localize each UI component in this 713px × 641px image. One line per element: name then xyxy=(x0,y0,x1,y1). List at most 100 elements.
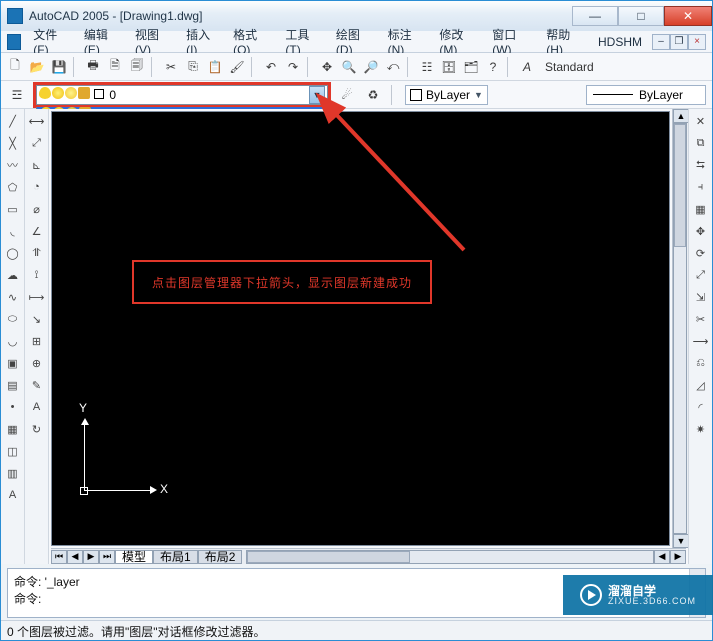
dim-aligned-tool[interactable]: ⤢ xyxy=(27,133,47,153)
plot-preview-button[interactable]: 🗎 xyxy=(105,57,125,77)
toolpalettes-button[interactable]: 🗂 xyxy=(461,57,481,77)
menu-hdshm[interactable]: HDSHM xyxy=(592,33,648,51)
dim-linear-tool[interactable]: ⟷ xyxy=(27,111,47,131)
make-block-tool[interactable]: ▤ xyxy=(3,375,23,395)
zoom-previous-button[interactable]: ⤺ xyxy=(383,57,403,77)
designcenter-button[interactable]: 🗄 xyxy=(439,57,459,77)
dim-tedit-tool[interactable]: A xyxy=(27,397,47,417)
tab-layout2[interactable]: 布局2 xyxy=(198,550,243,564)
hatch-tool[interactable]: ▦ xyxy=(3,419,23,439)
properties-button[interactable]: ☷ xyxy=(417,57,437,77)
trim-tool[interactable]: ✂ xyxy=(691,309,711,329)
tab-first-button[interactable]: ⏮ xyxy=(51,550,67,564)
doc-restore-button[interactable]: ❐ xyxy=(670,34,688,50)
stretch-tool[interactable]: ⇲ xyxy=(691,287,711,307)
copy-obj-tool[interactable]: ⧉ xyxy=(691,133,711,153)
table-tool[interactable]: ▥ xyxy=(3,463,23,483)
dim-quick-tool[interactable]: ⥣ xyxy=(27,243,47,263)
paste-button[interactable]: 📋 xyxy=(205,57,225,77)
line-tool[interactable]: ╱ xyxy=(3,111,23,131)
publish-button[interactable]: 🗐 xyxy=(127,57,147,77)
layer-states-button[interactable]: ♻ xyxy=(363,85,383,105)
dim-tolerance-tool[interactable]: ⊞ xyxy=(27,331,47,351)
dim-radius-tool[interactable]: ◔ xyxy=(27,177,47,197)
pan-button[interactable]: ✥ xyxy=(317,57,337,77)
erase-tool[interactable]: ✕ xyxy=(691,111,711,131)
dim-edit-tool[interactable]: ✎ xyxy=(27,375,47,395)
match-props-button[interactable]: 🖌 xyxy=(227,57,247,77)
tab-last-button[interactable]: ⏭ xyxy=(99,550,115,564)
zoom-window-button[interactable]: 🔎 xyxy=(361,57,381,77)
help-button[interactable]: ? xyxy=(483,57,503,77)
xline-tool[interactable]: ╳ xyxy=(3,133,23,153)
autocad-window: AutoCAD 2005 - [Drawing1.dwg] — □ ✕ 文件(F… xyxy=(0,0,713,641)
print-button[interactable]: 🖶 xyxy=(83,57,103,77)
layer-dropdown-button[interactable]: ▼ xyxy=(309,86,325,104)
zoom-realtime-button[interactable]: 🔍 xyxy=(339,57,359,77)
doc-minimize-button[interactable]: – xyxy=(652,34,670,50)
dim-baseline-tool[interactable]: ⟟ xyxy=(27,265,47,285)
tab-model[interactable]: 模型 xyxy=(115,550,153,564)
window-controls: — □ ✕ xyxy=(572,6,712,26)
revcloud-tool[interactable]: ☁ xyxy=(3,265,23,285)
new-file-button[interactable]: 🗋 xyxy=(5,57,25,77)
dim-diameter-tool[interactable]: ⌀ xyxy=(27,199,47,219)
horizontal-scrollbar[interactable] xyxy=(246,550,654,564)
rectangle-tool[interactable]: ▭ xyxy=(3,199,23,219)
copy-button[interactable]: ⎘ xyxy=(183,57,203,77)
mirror-tool[interactable]: ⮀ xyxy=(691,155,711,175)
array-tool[interactable]: ▦ xyxy=(691,199,711,219)
dim-center-tool[interactable]: ⊕ xyxy=(27,353,47,373)
dim-ordinate-tool[interactable]: ⊾ xyxy=(27,155,47,175)
break-tool[interactable]: ⎌ xyxy=(691,353,711,373)
doc-close-button[interactable]: × xyxy=(688,34,706,50)
save-button[interactable]: 💾 xyxy=(49,57,69,77)
tab-next-button[interactable]: ▶ xyxy=(83,550,99,564)
maximize-button[interactable]: □ xyxy=(618,6,664,26)
menu-app-icon[interactable] xyxy=(7,34,21,50)
dim-leader-tool[interactable]: ↘ xyxy=(27,309,47,329)
layer-combo[interactable]: 0 ▼ xyxy=(36,85,328,105)
chamfer-tool[interactable]: ◿ xyxy=(691,375,711,395)
mtext-tool[interactable]: A xyxy=(3,485,23,505)
ellipsearc-tool[interactable]: ◡ xyxy=(3,331,23,351)
explode-tool[interactable]: ✷ xyxy=(691,419,711,439)
undo-button[interactable]: ↶ xyxy=(261,57,281,77)
tab-prev-button[interactable]: ◀ xyxy=(67,550,83,564)
drawing-canvas[interactable]: 点击图层管理器下拉箭头，显示图层新建成功 Y X xyxy=(51,111,670,546)
insert-block-tool[interactable]: ▣ xyxy=(3,353,23,373)
spline-tool[interactable]: ∿ xyxy=(3,287,23,307)
layer-state-icons xyxy=(39,87,105,102)
tab-layout1[interactable]: 布局1 xyxy=(153,550,198,564)
scale-tool[interactable]: ⤢ xyxy=(691,265,711,285)
redo-button[interactable]: ↷ xyxy=(283,57,303,77)
color-control[interactable]: ByLayer ▼ xyxy=(405,85,488,105)
pline-tool[interactable]: 〰 xyxy=(3,155,23,175)
rotate-tool[interactable]: ⟳ xyxy=(691,243,711,263)
dim-update-tool[interactable]: ↻ xyxy=(27,419,47,439)
open-file-button[interactable]: 📂 xyxy=(27,57,47,77)
polygon-tool[interactable]: ⬠ xyxy=(3,177,23,197)
dim-continue-tool[interactable]: ⟼ xyxy=(27,287,47,307)
textstyle-button[interactable]: A xyxy=(517,57,537,77)
point-tool[interactable]: • xyxy=(3,397,23,417)
move-tool[interactable]: ✥ xyxy=(691,221,711,241)
layer-previous-button[interactable]: ☄ xyxy=(337,85,357,105)
cut-button[interactable]: ✂ xyxy=(161,57,181,77)
layer-manager-button[interactable]: ☲ xyxy=(7,85,27,105)
minimize-button[interactable]: — xyxy=(572,6,618,26)
hscroll-right-button[interactable]: ▶ xyxy=(670,550,686,564)
extend-tool[interactable]: ⟶ xyxy=(691,331,711,351)
fillet-tool[interactable]: ◜ xyxy=(691,397,711,417)
arc-tool[interactable]: ◟ xyxy=(3,221,23,241)
linetype-control[interactable]: ByLayer xyxy=(586,85,706,105)
vertical-scrollbar[interactable]: ▲ ▼ xyxy=(672,109,688,548)
circle-tool[interactable]: ◯ xyxy=(3,243,23,263)
region-tool[interactable]: ◫ xyxy=(3,441,23,461)
offset-tool[interactable]: ⫞ xyxy=(691,177,711,197)
hscroll-left-button[interactable]: ◀ xyxy=(654,550,670,564)
color-label: ByLayer xyxy=(426,88,470,102)
ellipse-tool[interactable]: ⬭ xyxy=(3,309,23,329)
dim-angular-tool[interactable]: ∠ xyxy=(27,221,47,241)
close-button[interactable]: ✕ xyxy=(664,6,712,26)
